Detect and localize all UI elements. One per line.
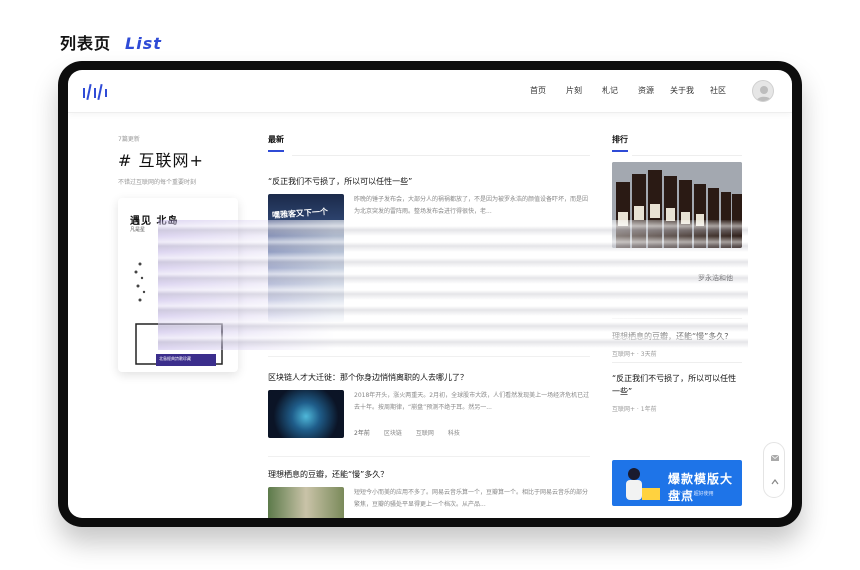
avatar-person-icon xyxy=(756,86,772,101)
article-thumbnail[interactable] xyxy=(268,487,344,518)
ranking-item-meta: 互联网+ · 1年前 xyxy=(612,406,657,413)
article-tag[interactable]: 互联网 xyxy=(416,428,434,437)
floating-toolbar xyxy=(763,442,785,498)
mail-icon[interactable] xyxy=(770,453,780,463)
ranking-item[interactable]: “反正我们不亏损了，所以可以任性一些” 互联网+ · 1年前 xyxy=(612,372,742,413)
article-divider xyxy=(268,356,590,357)
topic-sidebar: 7篇更新 # 互联网+ 不错过互联网的每个重要时刻 遇见 北岛 凡是星 北島經典… xyxy=(118,134,248,372)
nav-item-moments[interactable]: 片刻 xyxy=(556,85,592,96)
nav-item-notes[interactable]: 札记 xyxy=(592,85,628,96)
section-divider xyxy=(632,155,742,156)
section-divider xyxy=(292,155,590,156)
page-heading-en: List xyxy=(125,34,162,53)
topic-description: 不错过互联网的每个重要时刻 xyxy=(118,179,197,186)
article-tags: 2年前 区块链 互联网 科技 xyxy=(354,428,460,437)
thumbnail-text: 嘿雅客又下一个 xyxy=(271,207,329,220)
article-thumbnail[interactable] xyxy=(268,390,344,438)
top-navbar: 首页 片刻 札记 资源 关于我 社区 xyxy=(68,70,792,113)
article-item[interactable]: 理想栖息的豆瓣，还能“慢”多久？ 短短今小而美的应用不多了。网易云音乐算一个，豆… xyxy=(268,469,590,518)
ranking-section-title: 排行 xyxy=(612,135,628,144)
browser-screen: 首页 片刻 札记 资源 关于我 社区 7篇更新 # 互联网+ 不错过互联网的每个… xyxy=(68,70,792,518)
promo-subtitle: 三个模版 超好使用 xyxy=(672,491,714,497)
laptop-frame: 首页 片刻 札记 资源 关于我 社区 7篇更新 # 互联网+ 不错过互联网的每个… xyxy=(58,61,802,527)
nav-item-home[interactable]: 首页 xyxy=(520,85,556,96)
nav-item-resources[interactable]: 资源 xyxy=(628,85,664,96)
latest-section-underline xyxy=(268,150,284,152)
ranking-feature-image[interactable] xyxy=(612,162,742,248)
promo-title: 爆款模版大盘点 xyxy=(668,472,734,503)
ranking-item-meta: 互联网+ · 3天前 xyxy=(612,351,657,358)
book-illustration xyxy=(134,262,223,365)
article-item[interactable]: “反正我们不亏损了，所以可以任性一些” 嘿雅客又下一个 昨晚的锤子发布会，大部分… xyxy=(268,176,590,322)
latest-section-title: 最新 xyxy=(268,135,284,144)
article-excerpt: 短短今小而美的应用不多了。网易云音乐算一个，豆瓣算一个。相比于网易云音乐的部分繁… xyxy=(354,489,589,508)
article-excerpt: 昨晚的锤子发布会，大部分人的祸祸都放了，不是因为被罗永浩的颜值设备吓坏，而是因为… xyxy=(354,196,589,215)
article-thumbnail[interactable]: 嘿雅客又下一个 xyxy=(268,194,344,322)
promo-person-icon xyxy=(626,468,660,500)
article-tag[interactable]: 科技 xyxy=(448,428,460,437)
user-avatar[interactable] xyxy=(752,80,774,102)
article-tag[interactable]: 区块链 xyxy=(384,428,402,437)
ranking-item[interactable]: 理想栖息的豆瓣，还能“慢”多久? 互联网+ · 3天前 xyxy=(612,330,742,358)
article-divider xyxy=(268,456,590,457)
nav-item-community[interactable]: 社区 xyxy=(700,85,736,96)
article-title[interactable]: 理想栖息的豆瓣，还能“慢”多久？ xyxy=(268,469,590,480)
nav-item-about[interactable]: 关于我 xyxy=(664,85,700,96)
ranking-divider xyxy=(612,362,742,363)
ranking-sidebar: 排行 罗永浩和他 理想栖息的豆瓣，还能“慢”多久? 互联网+ · 3天前 “反正… xyxy=(612,134,742,506)
article-time: 2年前 xyxy=(354,430,370,437)
ranking-item-title[interactable]: “反正我们不亏损了，所以可以任性一些” xyxy=(612,372,742,398)
ranking-section-underline xyxy=(612,150,628,152)
topic-title: # 互联网+ xyxy=(118,151,204,170)
feature-image-caption[interactable]: 罗永浩和他 xyxy=(698,273,733,283)
article-title[interactable]: “反正我们不亏损了，所以可以任性一些” xyxy=(268,176,590,187)
logo-icon[interactable] xyxy=(82,82,112,102)
back-to-top-icon[interactable] xyxy=(770,477,780,487)
promo-banner[interactable]: 爆款模版大盘点 三个模版 超好使用 xyxy=(612,460,742,506)
article-item[interactable]: 区块链人才大迁徙：那个你身边悄悄离职的人去哪儿了？ 2018年开头，涨火两重天。… xyxy=(268,372,590,438)
latest-articles: 最新 “反正我们不亏损了，所以可以任性一些” 嘿雅客又下一个 昨晚的锤子发布会，… xyxy=(268,134,590,518)
article-title[interactable]: 区块链人才大迁徙：那个你身边悄悄离职的人去哪儿了？ xyxy=(268,372,590,383)
bottles-illustration xyxy=(612,162,742,248)
topic-update-count: 7篇更新 xyxy=(118,136,140,143)
article-excerpt: 2018年开头，涨火两重天。2月初，全球股市大跌，人们看然发现美上一场经济危机已… xyxy=(354,392,590,411)
book-banner: 北島經典詩歌珍藏 xyxy=(156,354,216,366)
page-heading-cn: 列表页 xyxy=(60,34,112,53)
ranking-divider xyxy=(612,318,742,319)
book-cover-card[interactable]: 遇见 北岛 凡是星 北島經典詩歌珍藏 xyxy=(118,198,238,372)
ranking-item-title[interactable]: 理想栖息的豆瓣，还能“慢”多久? xyxy=(612,330,742,343)
page-heading: 列表页 List xyxy=(60,30,162,54)
nav-menu: 首页 片刻 札记 资源 关于我 社区 xyxy=(520,85,736,96)
